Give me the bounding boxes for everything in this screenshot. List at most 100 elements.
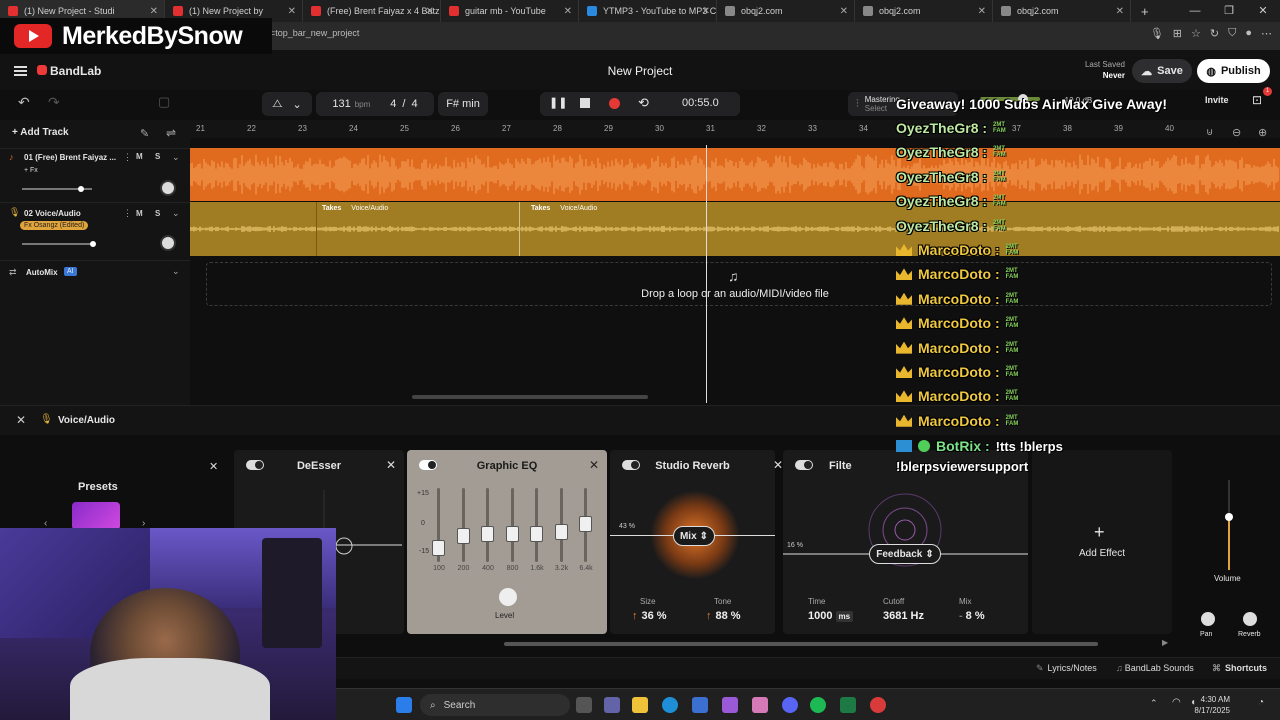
taskbar-clock[interactable]: 4:30 AM 8/17/2025: [1194, 694, 1230, 716]
add-effect-button[interactable]: + Add Effect: [1032, 450, 1172, 634]
photos-icon[interactable]: [752, 697, 768, 713]
feedback-dropdown[interactable]: Feedback ⇕: [869, 544, 941, 564]
file-explorer-icon[interactable]: [632, 697, 648, 713]
record-icon[interactable]: [609, 98, 620, 109]
notifications-icon[interactable]: ◔: [1258, 697, 1264, 708]
chevron-down-icon[interactable]: ⌄: [172, 208, 180, 219]
task-view-icon[interactable]: [576, 697, 592, 713]
close-effect-icon[interactable]: ✕: [589, 458, 599, 472]
pan-knob[interactable]: [160, 180, 176, 196]
mix-dropdown[interactable]: Mix ⇕: [673, 526, 715, 546]
zoom-in-icon[interactable]: ⊕: [1258, 126, 1267, 139]
url-text[interactable]: n=top_bar_new_project: [265, 28, 359, 38]
close-tab-icon[interactable]: ✕: [564, 6, 572, 17]
maximize-icon[interactable]: ❐: [1212, 0, 1246, 22]
slider-thumb[interactable]: [1018, 94, 1028, 104]
lyrics-notes-button[interactable]: ✎ Lyrics/Notes: [1036, 663, 1097, 674]
close-tab-icon[interactable]: ✕: [1116, 6, 1124, 17]
layout-icon[interactable]: ▢: [158, 94, 170, 110]
mute-button[interactable]: M: [136, 209, 143, 218]
wifi-icon[interactable]: ◠: [1172, 697, 1181, 708]
eq-band-slider[interactable]: [456, 488, 470, 562]
tone-value[interactable]: ↑ 88 %: [706, 610, 741, 622]
automix-row[interactable]: ⇄ AutoMix AI ⌄: [0, 260, 190, 284]
add-fx-button[interactable]: + Fx: [20, 166, 42, 175]
snap-icon[interactable]: ⊍: [1206, 127, 1213, 138]
eq-band-slider[interactable]: [505, 488, 519, 562]
volume-fader[interactable]: [1225, 480, 1233, 570]
shortcuts-button[interactable]: ⌘ Shortcuts: [1212, 663, 1267, 674]
profile-avatar-icon[interactable]: ●: [1245, 27, 1252, 40]
spotify-icon[interactable]: [810, 697, 826, 713]
tray-chevron-icon[interactable]: ⌃: [1150, 698, 1158, 709]
zoom-out-icon[interactable]: ⊖: [1232, 126, 1241, 139]
redo-icon[interactable]: ↷: [48, 94, 60, 111]
stop-icon[interactable]: [580, 98, 590, 108]
effect-card-studio-reverb[interactable]: Studio Reverb ✕ 43 % Mix ⇕ Size ↑ 36 % Ton…: [610, 450, 783, 634]
track-more-icon[interactable]: ⋮: [123, 152, 132, 163]
discord-icon[interactable]: [782, 697, 798, 713]
gift-icon[interactable]: ⊡: [1252, 93, 1262, 107]
mix-value[interactable]: -8 %: [959, 610, 985, 622]
windows-start-icon[interactable]: [396, 697, 412, 713]
browser-tab[interactable]: obqj2.com ✕: [717, 0, 855, 22]
hamburger-menu-icon[interactable]: [14, 66, 27, 76]
browser-tab[interactable]: YTMP3 - YouTube to MP3 C ✕: [579, 0, 717, 22]
solo-button[interactable]: S: [155, 209, 160, 218]
effect-card-graphic-eq[interactable]: Graphic EQ ✕ +15 0 -15 100 200 400 800 1.6k 3…: [407, 450, 607, 634]
close-panel-icon[interactable]: ✕: [16, 413, 26, 427]
fx-preset-badge[interactable]: Fx Osangz (Edited): [20, 221, 89, 230]
track-name[interactable]: 02 Voice/Audio: [24, 209, 81, 218]
chevron-down-icon[interactable]: ⌄: [172, 152, 180, 163]
master-volume-slider[interactable]: [980, 94, 1040, 104]
chrome-icon[interactable]: [870, 697, 886, 713]
eq-band-thumb[interactable]: [554, 524, 568, 540]
track-volume-slider[interactable]: [22, 241, 96, 247]
pan-knob[interactable]: [1201, 612, 1215, 626]
fader-thumb[interactable]: [1225, 513, 1233, 521]
eq-band-slider[interactable]: [481, 488, 494, 562]
teams-icon[interactable]: [604, 697, 620, 713]
pencil-icon[interactable]: ✎: [140, 127, 149, 140]
invite-button[interactable]: Invite: [1205, 95, 1229, 105]
reverb-knob[interactable]: [1243, 612, 1257, 626]
horizontal-scrollbar[interactable]: [412, 395, 648, 399]
pause-icon[interactable]: ❚❚: [549, 96, 567, 109]
history-icon[interactable]: ↻: [1210, 27, 1219, 40]
loop-icon[interactable]: ⟲: [638, 95, 649, 111]
add-track-button[interactable]: + Add Track: [12, 127, 69, 138]
close-tab-icon[interactable]: ✕: [702, 6, 710, 17]
track-volume-slider[interactable]: [22, 186, 92, 192]
close-tab-icon[interactable]: ✕: [288, 6, 296, 17]
undo-icon[interactable]: ↶: [18, 94, 30, 111]
metronome-button[interactable]: ⧍ ⌄: [262, 92, 312, 116]
minimize-icon[interactable]: —: [1178, 0, 1212, 22]
eq-band-slider[interactable]: [530, 488, 543, 562]
key-button[interactable]: F# min: [438, 92, 488, 116]
eq-band-thumb[interactable]: [579, 516, 592, 532]
eq-band-slider[interactable]: [554, 488, 568, 562]
eq-band-slider[interactable]: [579, 488, 592, 562]
close-tab-icon[interactable]: ✕: [426, 6, 434, 17]
browser-tab[interactable]: (Free) Brent Faiyaz x 4 Batz ✕: [303, 0, 441, 22]
more-menu-icon[interactable]: ⋯: [1261, 27, 1272, 40]
eq-band-thumb[interactable]: [432, 540, 445, 556]
copilot-icon[interactable]: [722, 697, 738, 713]
mastering-button[interactable]: ⫶ Mastering Select: [848, 92, 958, 116]
effect-card-filter-delay[interactable]: Filte 16 % Feedback ⇕ Time 1000 ms Cutoff…: [783, 450, 1028, 634]
project-title[interactable]: New Project: [560, 64, 720, 78]
playhead[interactable]: [706, 145, 707, 403]
time-value[interactable]: 1000 ms: [808, 610, 854, 622]
browser-tab[interactable]: obqj2.com ✕: [855, 0, 993, 22]
taskbar-search[interactable]: ⌕ Search: [420, 694, 570, 716]
time-sig-num[interactable]: 4: [390, 98, 396, 110]
cutoff-value[interactable]: 3681 Hz: [883, 610, 924, 622]
new-tab-icon[interactable]: +: [1141, 4, 1149, 19]
shield-icon[interactable]: ⛉: [1228, 27, 1236, 40]
close-tab-icon[interactable]: ✕: [840, 6, 848, 17]
save-button[interactable]: ☁ Save: [1132, 59, 1192, 83]
close-window-icon[interactable]: ✕: [1246, 0, 1280, 22]
eq-band-thumb[interactable]: [456, 528, 470, 544]
audio-region-beat[interactable]: [190, 148, 1280, 201]
scroll-right-icon[interactable]: ▶: [1162, 638, 1168, 647]
